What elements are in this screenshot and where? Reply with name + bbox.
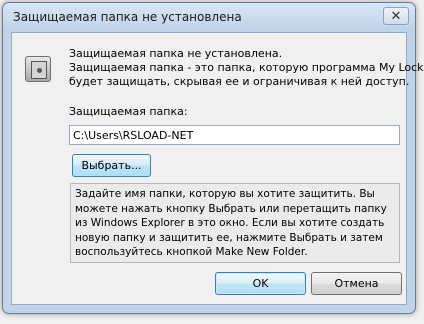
folder-path-input[interactable]: [69, 125, 400, 145]
description-line-2: Защищаемая папка - это папка, которую пр…: [69, 61, 424, 74]
description-line-1: Защищаемая папка не установлена.: [69, 47, 283, 60]
safe-icon: [25, 56, 51, 82]
window-title: Защищаемая папка не установлена: [13, 10, 242, 24]
folder-field-label: Защищаемая папка:: [69, 105, 188, 118]
close-button[interactable]: ✕: [383, 7, 409, 25]
close-icon: ✕: [390, 8, 402, 23]
ok-button[interactable]: OK: [215, 272, 306, 295]
dialog-window: Защищаемая папка не установлена ✕ Защища…: [2, 2, 424, 314]
safe-door: [31, 61, 47, 79]
description: Защищаемая папка не установлена. Защищае…: [69, 47, 424, 89]
browse-button[interactable]: Выбрать...: [72, 154, 151, 177]
cancel-button[interactable]: Отмена: [311, 272, 402, 295]
dialog-content: Защищаемая папка не установлена. Защищае…: [11, 32, 424, 305]
safe-knob: [37, 68, 42, 73]
description-line-3: будет защищать, скрывая ее и ограничивая…: [69, 75, 410, 88]
hint-text: Задайте имя папки, которую вы хотите защ…: [70, 183, 400, 263]
title-bar[interactable]: Защищаемая папка не установлена ✕: [3, 3, 415, 31]
